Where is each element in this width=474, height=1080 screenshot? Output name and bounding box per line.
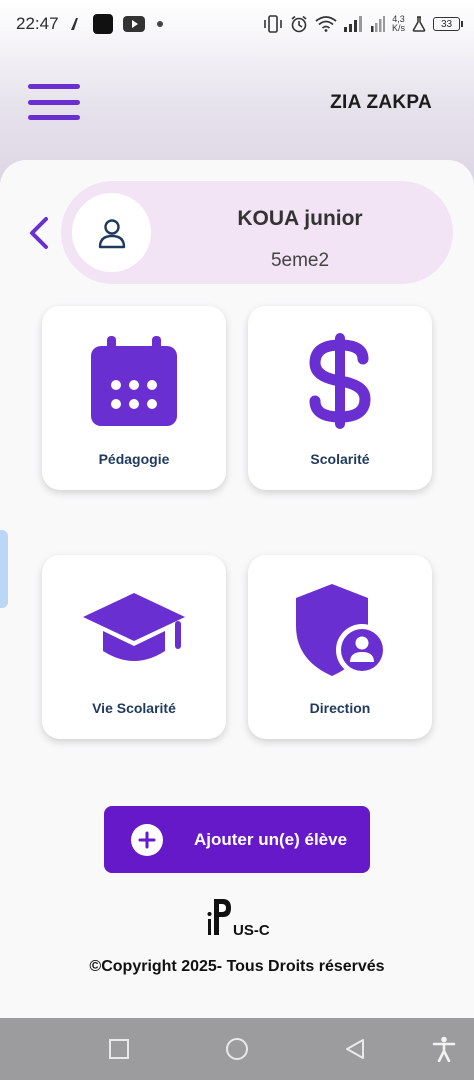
back-button[interactable] (26, 214, 54, 254)
avatar (72, 193, 151, 272)
calendar-icon (91, 336, 177, 426)
home-icon[interactable] (224, 1036, 250, 1062)
system-nav-bar (0, 1018, 474, 1080)
youtube-icon (122, 15, 145, 33)
dot-icon (155, 19, 165, 29)
user-name: ZIA ZAKPA (330, 92, 432, 113)
network-speed-unit: K/s (391, 23, 405, 33)
copyright-text: ©Copyright 2025- Tous Droits réservés (89, 958, 385, 975)
recent-apps-icon[interactable] (106, 1036, 132, 1062)
user-outline-icon (98, 218, 125, 248)
wifi-icon (315, 16, 337, 32)
hamburger-menu-icon[interactable] (28, 84, 80, 120)
alarm-icon (290, 15, 308, 33)
graduation-cap-icon (83, 593, 185, 661)
tile-direction[interactable]: Direction (248, 555, 432, 739)
brand-logo: US-CI (207, 895, 274, 939)
tile-pedagogie[interactable]: Pédagogie (42, 306, 226, 490)
add-student-button[interactable]: Ajouter un(e) élève (104, 806, 370, 873)
battery-icon: 33 (433, 17, 463, 31)
accessibility-icon[interactable] (431, 1036, 457, 1062)
tile-vie-scolarite[interactable]: Vie Scolarité (42, 555, 226, 739)
battery-level: 33 (440, 18, 453, 30)
tile-label: Pédagogie (98, 451, 170, 467)
chevron-left-icon (30, 217, 48, 249)
student-name: KOUA junior (237, 207, 363, 230)
app-icon (92, 14, 113, 34)
svg-text:US-CI: US-CI (233, 922, 269, 939)
tile-label: Vie Scolarité (92, 700, 176, 716)
tile-scolarite[interactable]: Scolarité (248, 306, 432, 490)
tile-label: Direction (309, 700, 371, 716)
status-time: 22:47 (16, 14, 59, 33)
add-student-label: Ajouter un(e) élève (194, 829, 348, 849)
signal-icon (343, 16, 364, 32)
plus-circle-icon (131, 823, 163, 856)
side-edge-tab[interactable] (0, 530, 8, 608)
activity-icon (69, 16, 83, 32)
dollar-icon (309, 333, 371, 429)
student-class: 5eme2 (270, 250, 330, 271)
back-triangle-icon[interactable] (342, 1036, 368, 1062)
lab-icon (412, 16, 426, 32)
status-bar: 22:47 4,3 K/s 33 (0, 0, 474, 48)
signal-icon-2 (370, 16, 385, 32)
tile-label: Scolarité (310, 451, 370, 467)
network-speed: 4,3 K/s (392, 15, 405, 33)
shield-user-icon (296, 584, 388, 676)
vibrate-icon (263, 15, 283, 33)
